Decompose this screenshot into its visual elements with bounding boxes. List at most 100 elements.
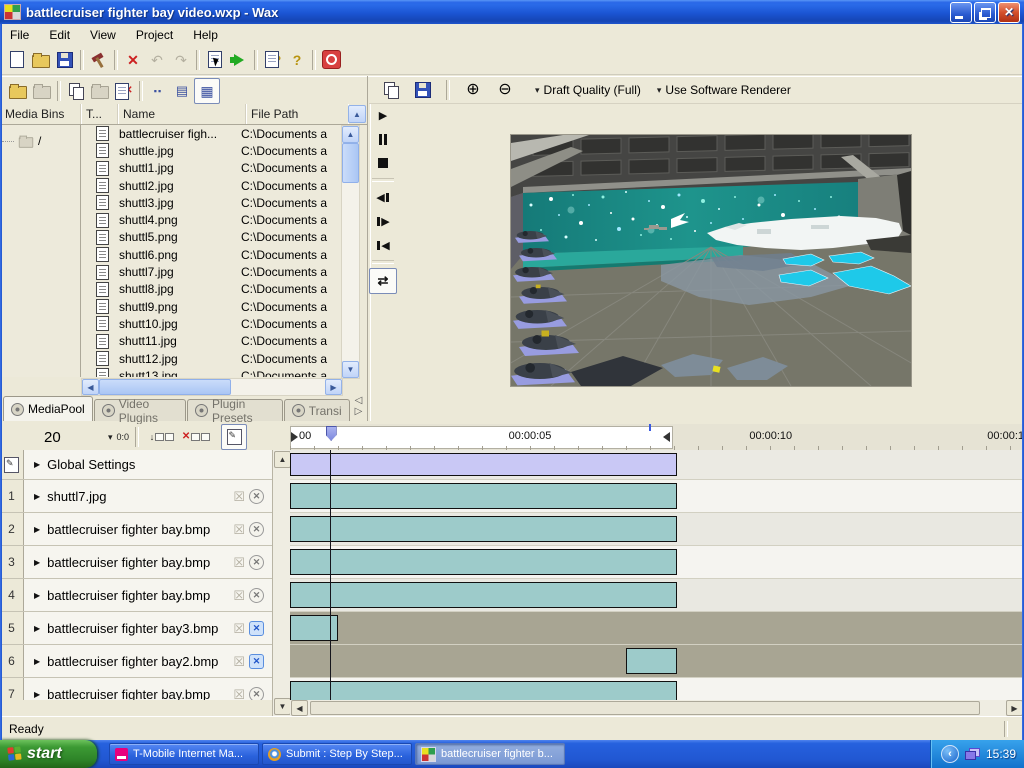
file-list-row[interactable]: shutt13.jpg C:\Documents a	[81, 367, 341, 377]
keyframe-icon[interactable]	[4, 457, 19, 473]
expand-arrow-icon[interactable]: ▶	[34, 624, 40, 633]
timeline-clip[interactable]	[290, 582, 677, 608]
render-button[interactable]	[87, 48, 111, 72]
playhead-line[interactable]	[330, 450, 331, 700]
delete-track-button[interactable]: ✕	[179, 425, 213, 449]
timeline-clip[interactable]	[626, 648, 677, 674]
column-path[interactable]: File Path	[246, 104, 348, 124]
remove-track-icon[interactable]: ✕	[249, 621, 264, 636]
export-button[interactable]	[227, 48, 251, 72]
column-type[interactable]: T...	[81, 104, 118, 124]
keyframe-mode-button[interactable]	[221, 424, 247, 450]
tab-video-plugins[interactable]: Video Plugins	[94, 399, 186, 421]
expand-arrow-icon[interactable]: ▶	[34, 460, 40, 469]
scroll-right-button[interactable]: ▶	[325, 379, 342, 395]
track-row[interactable]: 4 ▶ battlecruiser fighter bay.bmp ☒ ✕	[0, 579, 272, 612]
taskbar-task-button[interactable]: Submit : Step By Step...	[262, 743, 412, 765]
delete-button[interactable]: ✕	[121, 48, 145, 72]
timeline-lane[interactable]	[290, 546, 1024, 579]
menu-project[interactable]: Project	[126, 25, 183, 45]
file-list-row[interactable]: shutt11.jpg C:\Documents a	[81, 333, 341, 350]
select-tool-button[interactable]	[203, 48, 227, 72]
undo-button[interactable]: ↶	[145, 48, 169, 72]
hide-track-icon[interactable]: ☒	[233, 490, 245, 503]
file-list-row[interactable]: shuttl6.png C:\Documents a	[81, 246, 341, 263]
menu-edit[interactable]: Edit	[39, 25, 80, 45]
track-size-value[interactable]: 20	[44, 429, 84, 446]
remove-track-icon[interactable]: ✕	[249, 687, 264, 701]
hide-track-icon[interactable]: ☒	[233, 556, 245, 569]
timeline-lane[interactable]	[290, 480, 1024, 513]
file-list-row[interactable]: battlecruiser figh... C:\Documents a	[81, 125, 341, 142]
column-name[interactable]: Name	[118, 104, 246, 124]
about-button[interactable]: ?	[285, 48, 309, 72]
scroll-up-button[interactable]: ▲	[348, 105, 366, 123]
new-project-button[interactable]	[5, 48, 29, 72]
next-frame-button[interactable]: ▶	[371, 210, 395, 232]
timeline-lane[interactable]	[290, 678, 1024, 700]
file-list-row[interactable]: shuttle.jpg C:\Documents a	[81, 142, 341, 159]
menu-file[interactable]: File	[0, 25, 39, 45]
zoom-out-button[interactable]: ⊖	[493, 78, 517, 102]
hidden-icons-chevron[interactable]: ‹	[941, 745, 959, 763]
expand-arrow-icon[interactable]: ▶	[34, 558, 40, 567]
track-row[interactable]: 3 ▶ battlecruiser fighter bay.bmp ☒ ✕	[0, 546, 272, 579]
new-bin-button[interactable]	[6, 79, 30, 103]
previous-frame-button[interactable]: ◀	[371, 186, 395, 208]
hide-track-icon[interactable]: ☒	[233, 589, 245, 602]
scrollbar-thumb[interactable]	[342, 143, 359, 183]
timeline-lane[interactable]	[290, 579, 1024, 612]
scroll-down-button[interactable]: ▼	[274, 698, 291, 715]
tab-mediapool[interactable]: MediaPool	[3, 396, 93, 421]
restore-button[interactable]	[974, 2, 996, 23]
expand-arrow-icon[interactable]: ▶	[34, 657, 40, 666]
remove-track-icon[interactable]: ✕	[249, 588, 264, 603]
tab-transi[interactable]: Transi	[284, 399, 350, 421]
loop-toggle-button[interactable]: ⇄	[369, 268, 397, 294]
start-button[interactable]: start	[0, 740, 97, 768]
file-list-row[interactable]: shuttl1.jpg C:\Documents a	[81, 160, 341, 177]
timeline-clip[interactable]	[290, 549, 677, 575]
timeline-lane[interactable]	[290, 645, 1024, 678]
file-list-row[interactable]: shuttl8.jpg C:\Documents a	[81, 281, 341, 298]
track-row[interactable]: 7 ▶ battlecruiser fighter bay.bmp ☒ ✕	[0, 678, 272, 700]
expand-arrow-icon[interactable]: ▶	[34, 492, 40, 501]
file-list-row[interactable]: shutt12.jpg C:\Documents a	[81, 350, 341, 367]
view-small-icons-button[interactable]: ▪▪	[146, 79, 170, 103]
up-bin-button[interactable]	[30, 79, 54, 103]
timeline-clip[interactable]	[290, 516, 677, 542]
file-list-row[interactable]: shutt10.jpg C:\Documents a	[81, 315, 341, 332]
track-row[interactable]: ▶ Global Settings	[0, 450, 272, 480]
menu-help[interactable]: Help	[183, 25, 228, 45]
expand-arrow-icon[interactable]: ▶	[34, 690, 40, 699]
go-to-start-button[interactable]: ◀	[371, 234, 395, 256]
file-list-hscrollbar[interactable]: ◀ ▶	[81, 378, 343, 396]
tab-plugin-presets[interactable]: Plugin Presets	[187, 399, 283, 421]
file-list-row[interactable]: shuttl3.jpg C:\Documents a	[81, 194, 341, 211]
zoom-in-button[interactable]: ⊕	[461, 78, 485, 102]
insert-track-button[interactable]: ↓	[145, 425, 179, 449]
redo-button[interactable]: ↷	[169, 48, 193, 72]
file-list-row[interactable]: shuttl4.png C:\Documents a	[81, 211, 341, 228]
track-row[interactable]: 5 ▶ battlecruiser fighter bay3.bmp ☒ ✕	[0, 612, 272, 645]
scroll-down-button[interactable]: ▼	[342, 361, 359, 378]
minimize-button[interactable]	[950, 2, 972, 23]
draft-quality-dropdown[interactable]: ▾ Draft Quality (Full)	[535, 83, 641, 97]
remove-track-icon[interactable]: ✕	[249, 489, 264, 504]
timeline-lane[interactable]	[290, 612, 1024, 645]
remove-track-icon[interactable]: ✕	[249, 555, 264, 570]
renderer-dropdown[interactable]: ▾ Use Software Renderer	[657, 83, 791, 97]
bin-root-item[interactable]: /	[2, 133, 80, 149]
hide-track-icon[interactable]: ☒	[233, 622, 245, 635]
timeline-ruler[interactable]: 00 00:00:0500:00:1000:00:1	[290, 424, 1024, 451]
file-list-row[interactable]: shuttl5.png C:\Documents a	[81, 229, 341, 246]
close-button[interactable]: ✕	[998, 2, 1020, 23]
scroll-up-button[interactable]: ▲	[274, 451, 291, 468]
title-bar[interactable]: battlecruiser fighter bay video.wxp - Wa…	[0, 0, 1024, 24]
timeline-lanes[interactable]	[290, 450, 1024, 700]
track-row[interactable]: 1 ▶ shuttl7.jpg ☒ ✕	[0, 480, 272, 513]
timeline-hscrollbar[interactable]: ◀ ▶	[290, 700, 1024, 716]
timeline-lane[interactable]	[290, 513, 1024, 546]
hide-track-icon[interactable]: ☒	[233, 688, 245, 701]
remove-track-icon[interactable]: ✕	[249, 654, 264, 669]
